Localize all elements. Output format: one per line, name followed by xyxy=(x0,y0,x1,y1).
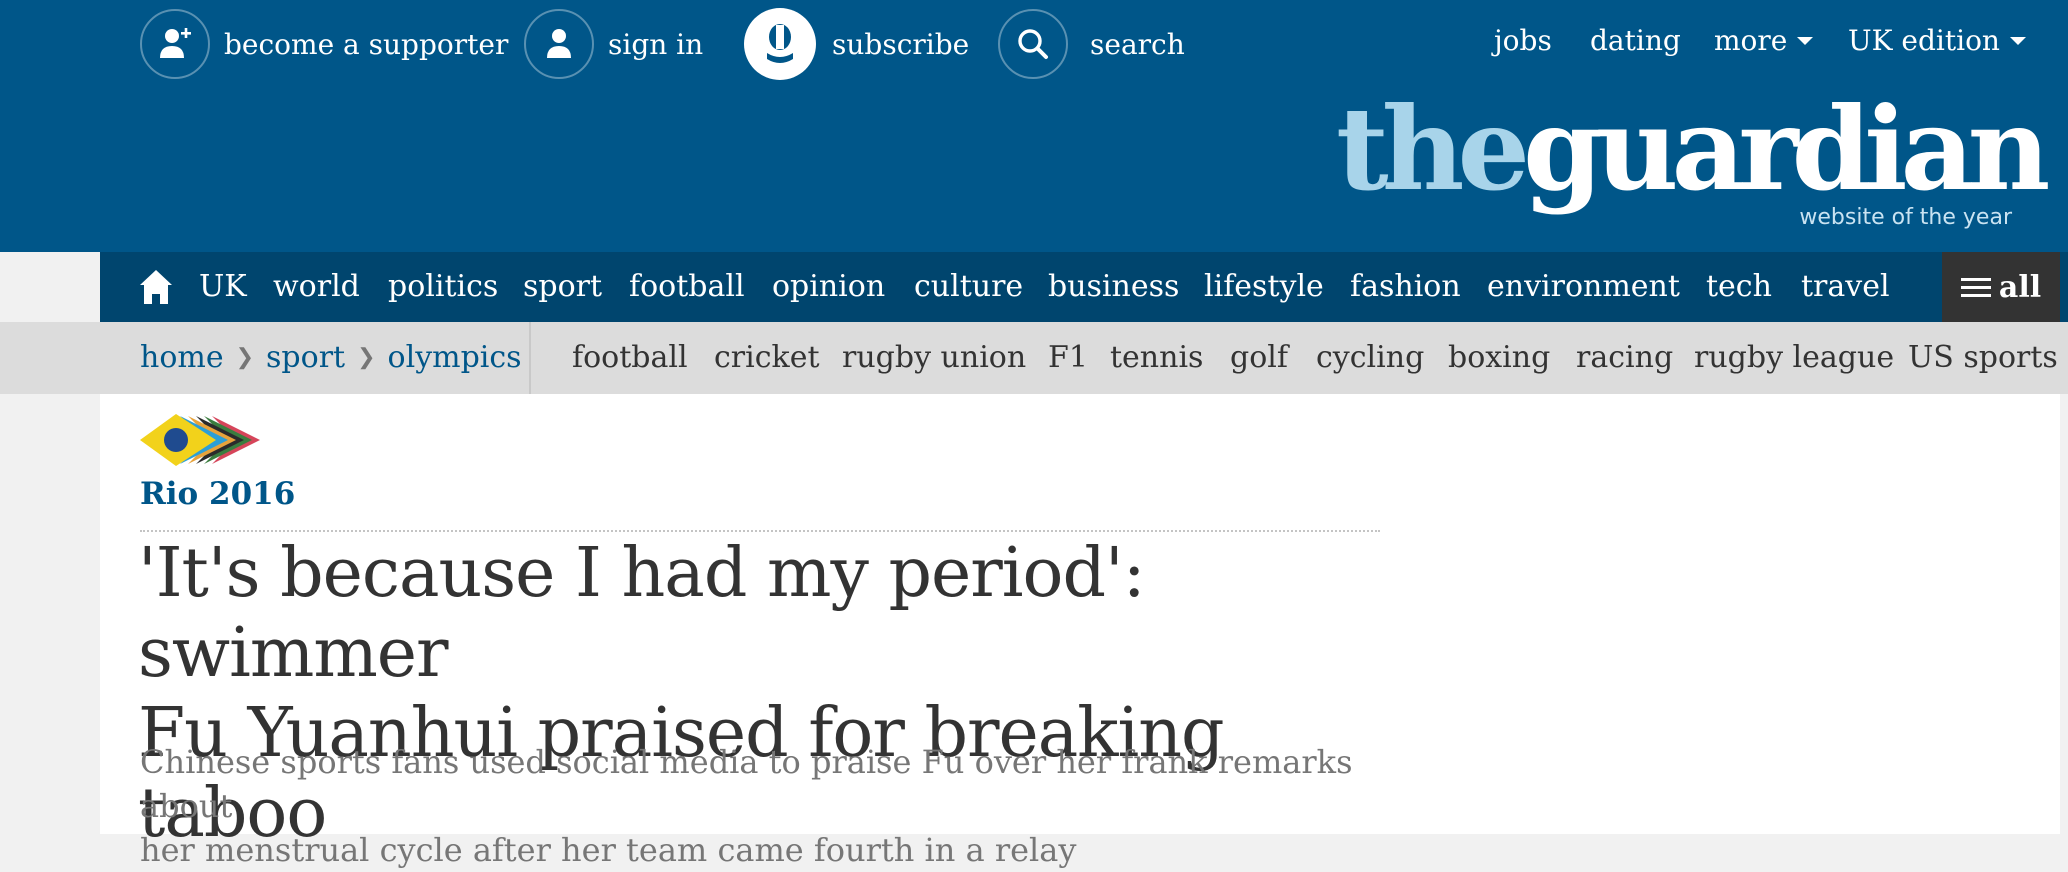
sign-in-label: sign in xyxy=(608,27,704,61)
nav-item-sport[interactable]: sport xyxy=(523,269,602,304)
nav-item-world[interactable]: world xyxy=(273,269,360,304)
sign-in-link[interactable]: sign in xyxy=(524,8,703,80)
subnav-item-tennis[interactable]: tennis xyxy=(1110,340,1203,375)
person-icon xyxy=(524,9,594,79)
become-supporter-label: become a supporter xyxy=(224,27,509,61)
headline-line: 'It's because I had my period': swimmer xyxy=(138,534,1146,693)
breadcrumb: home ❯ sport ❯ olympics xyxy=(140,340,522,375)
nav-item-lifestyle[interactable]: lifestyle xyxy=(1204,269,1324,304)
article-standfirst: Chinese sports fans used social media to… xyxy=(140,740,1400,872)
subnav-item-racing[interactable]: racing xyxy=(1576,340,1673,375)
search-link[interactable]: search xyxy=(998,8,1185,80)
nav-item-football[interactable]: football xyxy=(629,269,745,304)
subnav-item-rugby-league[interactable]: rugby league xyxy=(1694,340,1894,375)
subscribe-link[interactable]: subscribe xyxy=(744,8,969,80)
more-label: more xyxy=(1714,24,1788,57)
subnav-item-golf[interactable]: golf xyxy=(1230,340,1288,375)
logo-the: the xyxy=(1336,82,1530,216)
more-menu[interactable]: more xyxy=(1714,24,1814,57)
standfirst-line: Chinese sports fans used social media to… xyxy=(140,743,1353,825)
guardian-logo[interactable]: theguardian website of the year xyxy=(1336,92,2050,234)
chevron-right-icon: ❯ xyxy=(235,345,255,370)
main-nav: UK world politics sport football opinion… xyxy=(100,252,2068,322)
breadcrumb-home[interactable]: home xyxy=(140,340,224,375)
search-icon xyxy=(998,9,1068,79)
breadcrumb-olympics[interactable]: olympics xyxy=(388,340,522,375)
article-area: Rio 2016 'It's because I had my period':… xyxy=(100,394,2060,869)
subscribe-label: subscribe xyxy=(832,27,970,61)
sub-nav: home ❯ sport ❯ olympics football cricket rug… xyxy=(0,322,2068,394)
subnav-item-f1[interactable]: F1 xyxy=(1048,340,1088,375)
subnav-item-cricket[interactable]: cricket xyxy=(714,340,820,375)
subnav-item-us-sports[interactable]: US sports xyxy=(1908,340,2058,375)
add-person-icon xyxy=(140,9,210,79)
nav-item-uk[interactable]: UK xyxy=(199,269,247,304)
divider xyxy=(140,530,1380,532)
subnav-item-cycling[interactable]: cycling xyxy=(1316,340,1424,375)
become-supporter-link[interactable]: become a supporter xyxy=(140,8,508,80)
subnav-item-football[interactable]: football xyxy=(572,340,688,375)
standfirst-line: her menstrual cycle after her team came … xyxy=(140,831,1077,869)
nav-item-travel[interactable]: travel xyxy=(1801,269,1890,304)
logo-guardian: guardian xyxy=(1523,82,2050,216)
dating-link[interactable]: dating xyxy=(1590,24,1681,57)
jobs-link[interactable]: jobs xyxy=(1494,24,1552,57)
breadcrumb-sport[interactable]: sport xyxy=(266,340,345,375)
nav-item-business[interactable]: business xyxy=(1048,269,1179,304)
chevron-down-icon xyxy=(2009,36,2026,45)
search-label: search xyxy=(1090,27,1185,61)
rio-2016-badge-icon xyxy=(140,414,260,466)
nav-item-fashion[interactable]: fashion xyxy=(1350,269,1461,304)
edition-menu[interactable]: UK edition xyxy=(1848,24,2026,57)
guardian-g-icon xyxy=(744,8,816,80)
nav-item-politics[interactable]: politics xyxy=(388,269,498,304)
all-label: all xyxy=(1998,269,2042,305)
subnav-item-rugby-union[interactable]: rugby union xyxy=(842,340,1026,375)
nav-item-culture[interactable]: culture xyxy=(914,269,1023,304)
hamburger-icon xyxy=(1960,273,1991,302)
site-header: become a supporter sign in subscribe sea… xyxy=(0,0,2068,252)
chevron-right-icon: ❯ xyxy=(357,345,376,370)
nav-item-environment[interactable]: environment xyxy=(1487,269,1680,304)
divider xyxy=(529,322,531,394)
nav-item-tech[interactable]: tech xyxy=(1706,269,1772,304)
all-sections-button[interactable]: all xyxy=(1942,252,2060,322)
chevron-down-icon xyxy=(1797,36,1814,45)
home-icon[interactable] xyxy=(138,268,174,306)
nav-item-opinion[interactable]: opinion xyxy=(772,269,885,304)
series-label[interactable]: Rio 2016 xyxy=(140,476,295,512)
subnav-item-boxing[interactable]: boxing xyxy=(1448,340,1550,375)
edition-label: UK edition xyxy=(1848,24,2000,57)
